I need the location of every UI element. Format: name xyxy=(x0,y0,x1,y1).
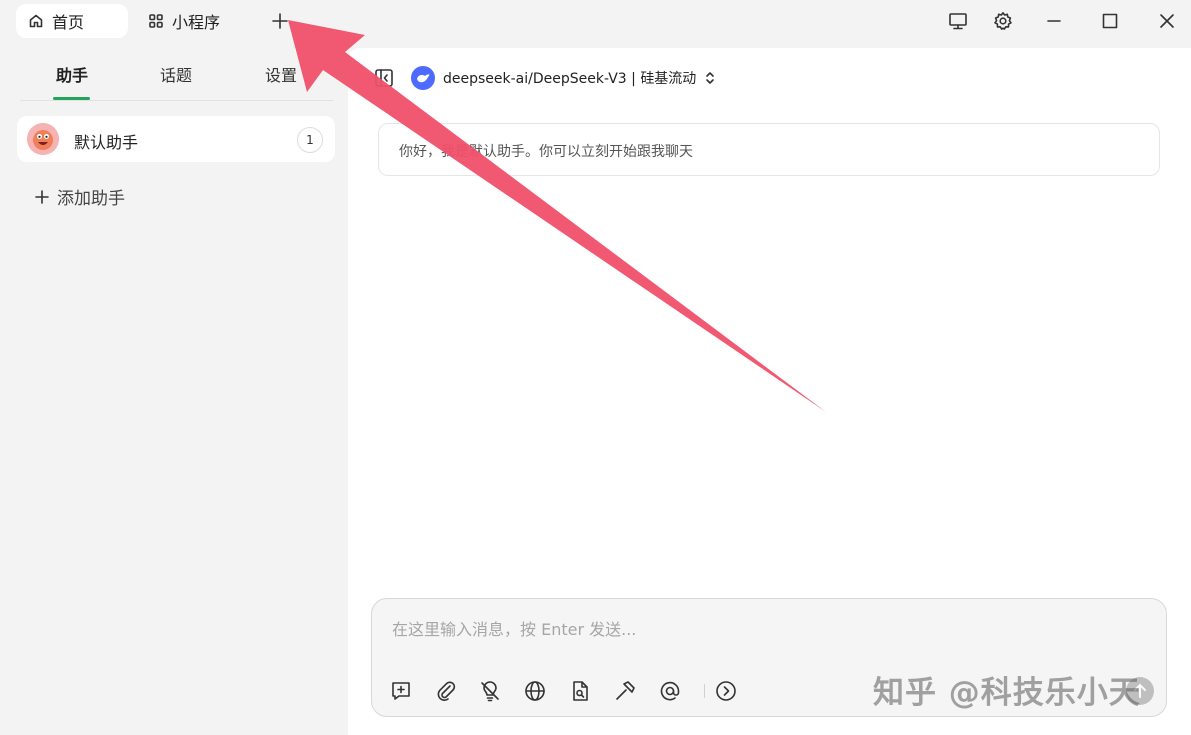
maximize-button[interactable] xyxy=(1100,11,1120,31)
knowledge-icon xyxy=(568,679,592,703)
monitor-icon xyxy=(948,11,968,31)
hammer-icon xyxy=(613,679,637,703)
chevron-up-down-icon xyxy=(704,70,716,86)
sidebar-tabs: 助手 话题 设置 xyxy=(20,52,333,101)
attachment-button[interactable] xyxy=(434,679,458,703)
topic-count-badge: 1 xyxy=(297,127,323,153)
plus-icon xyxy=(270,11,290,31)
new-topic-icon xyxy=(389,679,413,703)
close-icon xyxy=(1157,11,1177,31)
monitor-button[interactable] xyxy=(948,11,968,31)
expand-icon xyxy=(714,679,738,703)
sidebar-tab-assistants[interactable]: 助手 xyxy=(56,62,88,86)
collapse-sidebar-button[interactable] xyxy=(374,68,394,88)
maximize-icon xyxy=(1100,11,1120,31)
assistant-name: 默认助手 xyxy=(74,133,139,152)
add-assistant-label: 添加助手 xyxy=(57,189,125,209)
sidebar-tab-topics[interactable]: 话题 xyxy=(160,62,192,86)
minimize-icon xyxy=(1044,11,1064,31)
new-topic-button[interactable] xyxy=(389,679,413,703)
deepseek-logo-icon xyxy=(411,66,435,90)
message-input[interactable] xyxy=(390,615,1134,643)
tab-home[interactable]: 首页 xyxy=(16,4,128,38)
close-button[interactable] xyxy=(1157,11,1177,31)
reasoning-button[interactable] xyxy=(478,679,502,703)
mention-icon xyxy=(658,679,682,703)
assistant-message: 你好，我是默认助手。你可以立刻开始跟我聊天 xyxy=(378,123,1160,176)
assistant-item[interactable]: 默认助手 1 xyxy=(17,116,335,162)
watermark: 知乎 @科技乐小天 xyxy=(873,675,1141,711)
toolbar-divider xyxy=(704,684,705,698)
tab-mini-programs[interactable]: 小程序 xyxy=(148,4,220,38)
grid-icon xyxy=(148,13,164,29)
knowledge-base-button[interactable] xyxy=(568,679,592,703)
home-icon xyxy=(28,13,44,29)
tools-button[interactable] xyxy=(613,679,637,703)
settings-button[interactable] xyxy=(993,11,1013,31)
avatar xyxy=(27,123,59,155)
globe-icon xyxy=(523,679,547,703)
web-search-button[interactable] xyxy=(523,679,547,703)
sidebar: 助手 话题 设置 默认助手 1 添加助手 xyxy=(0,44,348,735)
expand-button[interactable] xyxy=(714,679,738,703)
add-assistant-button[interactable]: 添加助手 xyxy=(34,184,125,209)
tab-mini-label: 小程序 xyxy=(172,13,221,32)
mention-button[interactable] xyxy=(658,679,682,703)
plus-icon xyxy=(34,189,57,205)
active-tab-indicator xyxy=(53,97,90,100)
sidebar-collapse-icon xyxy=(374,68,394,88)
model-name: deepseek-ai/DeepSeek-V3 | 硅基流动 xyxy=(443,71,697,87)
title-bar: 首页 小程序 xyxy=(0,0,1191,44)
lightbulb-icon xyxy=(478,679,502,703)
tab-home-label: 首页 xyxy=(52,13,85,32)
attachment-icon xyxy=(434,679,458,703)
sidebar-tab-settings[interactable]: 设置 xyxy=(265,62,297,86)
gear-icon xyxy=(993,11,1013,31)
chat-panel: deepseek-ai/DeepSeek-V3 | 硅基流动 你好，我是默认助手… xyxy=(348,48,1191,735)
model-selector[interactable]: deepseek-ai/DeepSeek-V3 | 硅基流动 xyxy=(411,65,716,91)
greeting-text: 你好，我是默认助手。你可以立刻开始跟我聊天 xyxy=(399,144,693,160)
minimize-button[interactable] xyxy=(1044,11,1064,31)
add-tab-button[interactable] xyxy=(270,11,290,31)
